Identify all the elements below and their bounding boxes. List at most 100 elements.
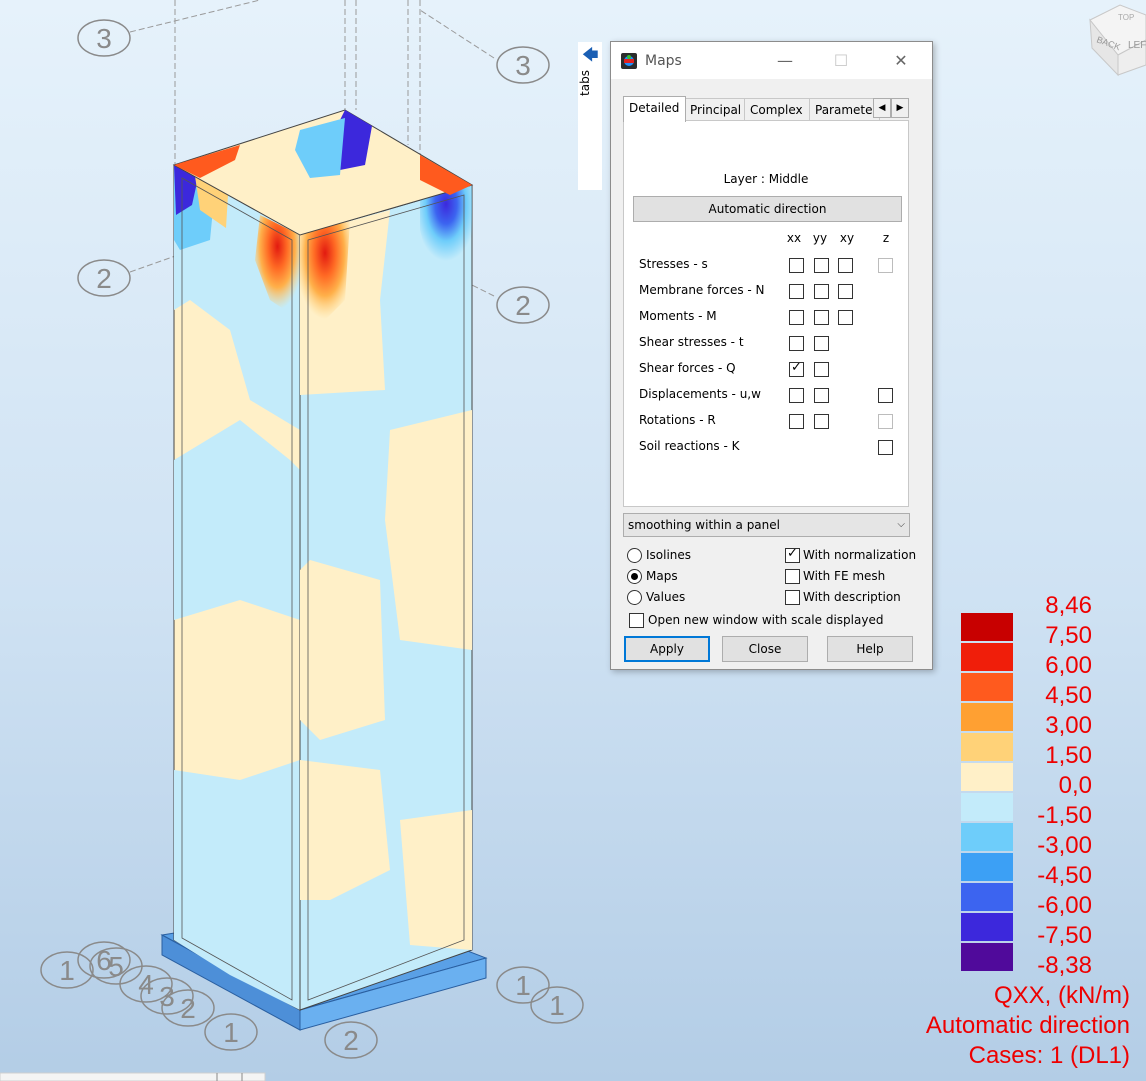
grid-bubble-1: 1: [40, 951, 94, 989]
tabs-label: tabs: [577, 70, 592, 96]
column-header-xx: xx: [786, 231, 802, 245]
layer-label: Layer : Middle: [723, 172, 809, 186]
maximize-button: ☐: [833, 51, 849, 70]
tab-parameters[interactable]: Parameters: [809, 98, 880, 121]
tab-scroll-left-icon[interactable]: ◀: [873, 98, 891, 118]
svg-text:1: 1: [549, 990, 565, 1021]
checkbox-open-new-window[interactable]: [629, 613, 644, 628]
radio-isolines-label: Isolines: [646, 548, 692, 562]
grid-bubble-2: 2: [324, 1021, 378, 1059]
legend-direction: Automatic direction: [925, 1012, 1130, 1039]
radio-values[interactable]: [627, 590, 642, 605]
legend-value: 4,50: [1045, 682, 1092, 709]
minimize-button[interactable]: —: [765, 46, 805, 76]
legend-value: -8,38: [1037, 952, 1092, 979]
grid-bubble-2: 2: [496, 286, 550, 324]
checkbox-xx[interactable]: [789, 310, 804, 325]
dialog-titlebar[interactable]: Maps — ☐ ✕: [611, 42, 932, 79]
apply-button[interactable]: Apply: [624, 636, 710, 662]
checkbox-xx[interactable]: [789, 258, 804, 273]
tab-detailed[interactable]: Detailed: [623, 96, 686, 122]
svg-text:1: 1: [515, 970, 531, 1001]
row-label: Shear stresses - t: [639, 335, 744, 349]
legend-value: -3,00: [1037, 832, 1092, 859]
tab-scroll-right-icon[interactable]: ▶: [891, 98, 909, 118]
bottom-panel-edge: [0, 1072, 266, 1081]
with-normalization-label: With normalization: [803, 548, 917, 562]
open-new-window-label: Open new window with scale displayed: [648, 613, 884, 627]
svg-text:2: 2: [343, 1025, 359, 1056]
column-header-xy: xy: [839, 231, 855, 245]
row-label: Shear forces - Q: [639, 361, 736, 375]
radio-values-label: Values: [646, 590, 686, 604]
view-cube[interactable]: BACK LEFT TOP: [1089, 4, 1146, 77]
close-button[interactable]: Close: [722, 636, 808, 662]
svg-text:3: 3: [515, 50, 531, 81]
legend-value: -4,50: [1037, 862, 1092, 889]
tab-complex[interactable]: Complex: [744, 98, 811, 121]
checkbox-z: [878, 258, 893, 273]
checkbox-xx[interactable]: [789, 388, 804, 403]
svg-text:1: 1: [223, 1017, 239, 1048]
svg-text:LEFT: LEFT: [1128, 40, 1146, 51]
radio-maps[interactable]: [627, 569, 642, 584]
checkbox-with-normalization[interactable]: [785, 546, 800, 563]
grid-bubble-3: 3: [496, 46, 550, 84]
chevron-down-icon: ⌵: [897, 519, 905, 530]
legend-cases: Cases: 1 (DL1): [968, 1042, 1130, 1069]
row-label: Stresses - s: [639, 257, 708, 271]
back-arrow-icon[interactable]: 🡄: [582, 44, 599, 71]
checkbox-yy[interactable]: [814, 258, 829, 273]
checkbox-z[interactable]: [878, 388, 893, 403]
checkbox-xx[interactable]: [789, 336, 804, 351]
checkbox-xx[interactable]: [789, 414, 804, 429]
checkbox-with-description[interactable]: [785, 590, 800, 605]
maps-dialog[interactable]: Maps — ☐ ✕ Detailed Principal Complex Pa…: [610, 41, 933, 670]
dialog-title: Maps: [645, 53, 682, 69]
legend-value: 1,50: [1045, 742, 1092, 769]
checkbox-z[interactable]: [878, 440, 893, 455]
tabs-strip[interactable]: 🡄 tabs: [578, 42, 602, 190]
grid-bubble-1: 1: [496, 966, 550, 1004]
legend-value: 7,50: [1045, 622, 1092, 649]
column-right-face[interactable]: [299, 184, 473, 1011]
checkbox-xx[interactable]: [789, 360, 804, 377]
checkbox-z: [878, 414, 893, 429]
legend-value: 8,46: [1045, 592, 1092, 619]
smoothing-select-value: smoothing within a panel: [628, 518, 780, 532]
radio-maps-label: Maps: [646, 569, 678, 583]
with-description-label: With description: [803, 590, 901, 604]
row-label: Displacements - u,w: [639, 387, 761, 401]
radio-isolines[interactable]: [627, 548, 642, 563]
tab-principal[interactable]: Principal: [684, 98, 746, 121]
svg-text:2: 2: [96, 263, 112, 294]
checkbox-yy[interactable]: [814, 310, 829, 325]
checkbox-with-fe-mesh[interactable]: [785, 569, 800, 584]
column-left-face[interactable]: [173, 164, 301, 1011]
grid-bubble-1: 1: [530, 986, 584, 1024]
checkbox-xy[interactable]: [838, 310, 853, 325]
legend-value: 6,00: [1045, 652, 1092, 679]
svg-text:2: 2: [180, 993, 196, 1024]
legend-value: -7,50: [1037, 922, 1092, 949]
checkbox-xx[interactable]: [789, 284, 804, 299]
legend-value: -1,50: [1037, 802, 1092, 829]
grid-bubble-1: 1: [204, 1013, 258, 1051]
column-header-yy: yy: [812, 231, 828, 245]
close-icon[interactable]: ✕: [881, 46, 921, 76]
checkbox-yy[interactable]: [814, 362, 829, 377]
checkbox-yy[interactable]: [814, 414, 829, 429]
checkbox-xy[interactable]: [838, 258, 853, 273]
checkbox-yy[interactable]: [814, 388, 829, 403]
checkbox-yy[interactable]: [814, 336, 829, 351]
legend-value: 3,00: [1045, 712, 1092, 739]
checkbox-xy[interactable]: [838, 284, 853, 299]
row-label: Rotations - R: [639, 413, 716, 427]
maps-app-icon: [621, 53, 637, 69]
smoothing-select[interactable]: smoothing within a panel ⌵: [623, 513, 910, 537]
automatic-direction-button[interactable]: Automatic direction: [633, 196, 902, 222]
grid-bubble-3: 3: [77, 19, 131, 57]
help-button[interactable]: Help: [827, 636, 913, 662]
grid-bubble-2: 2: [77, 259, 131, 297]
checkbox-yy[interactable]: [814, 284, 829, 299]
